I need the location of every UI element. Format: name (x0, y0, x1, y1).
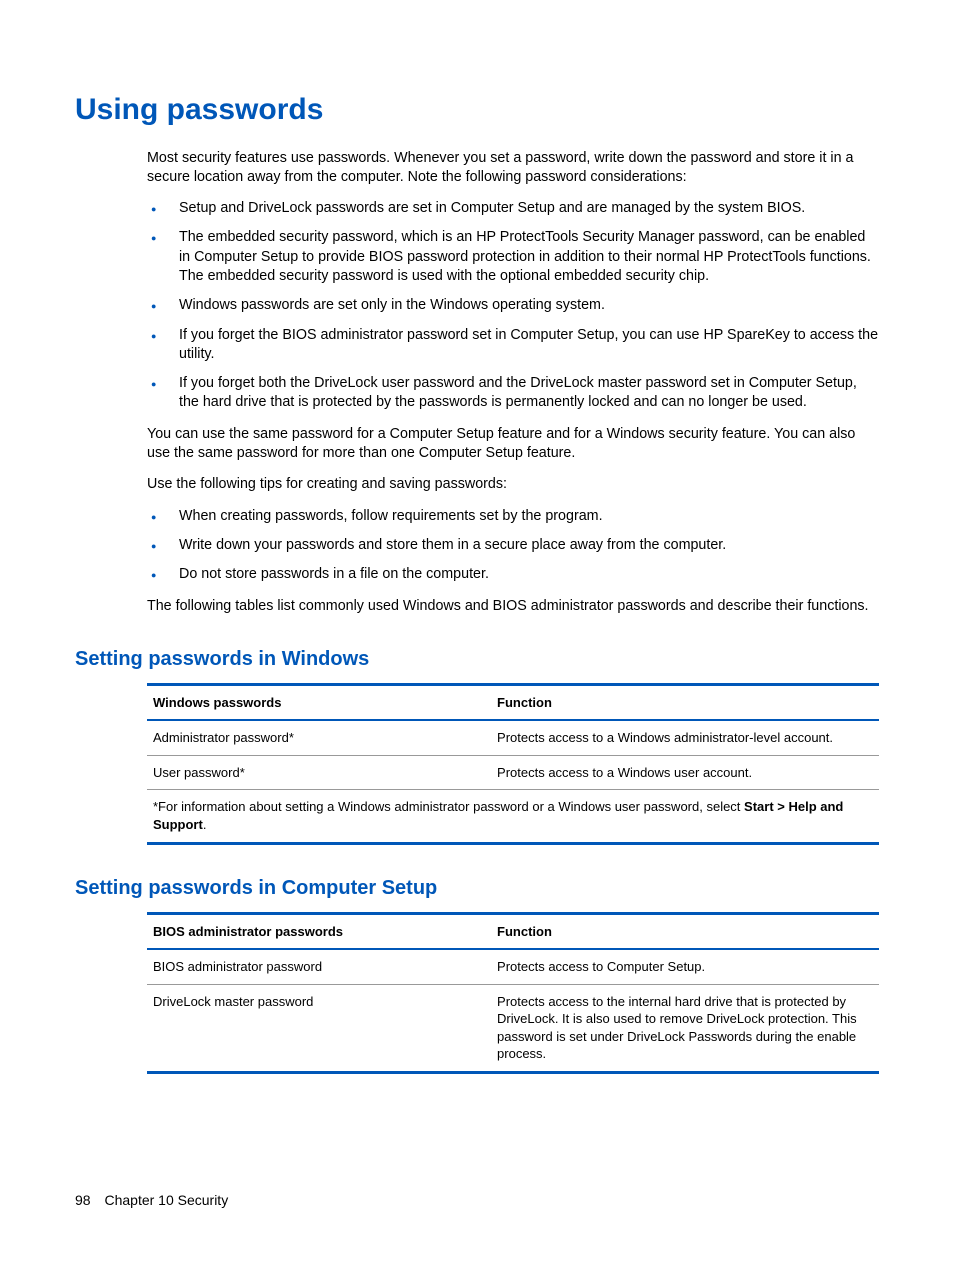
footnote-suffix: . (203, 817, 207, 832)
table-cell: Administrator password* (147, 720, 491, 755)
table-cell: Protects access to a Windows administrat… (491, 720, 879, 755)
list-item: The embedded security password, which is… (147, 228, 879, 286)
table-cell: DriveLock master password (147, 984, 491, 1072)
table-row: User password* Protects access to a Wind… (147, 755, 879, 790)
table-cell: BIOS administrator password (147, 949, 491, 984)
table-header: Function (491, 684, 879, 720)
page-heading: Using passwords (75, 90, 879, 131)
footnote-text: *For information about setting a Windows… (153, 799, 744, 814)
intro-paragraph: Most security features use passwords. Wh… (147, 149, 879, 188)
table-row: DriveLock master password Protects acces… (147, 984, 879, 1072)
tips-intro-paragraph: Use the following tips for creating and … (147, 475, 879, 494)
table-header: Windows passwords (147, 684, 491, 720)
table-footnote: *For information about setting a Windows… (147, 790, 879, 844)
windows-table-wrapper: Windows passwords Function Administrator… (147, 683, 879, 845)
list-item: Windows passwords are set only in the Wi… (147, 296, 879, 315)
table-header: Function (491, 913, 879, 949)
table-cell: Protects access to a Windows user accoun… (491, 755, 879, 790)
bios-passwords-table: BIOS administrator passwords Function BI… (147, 912, 879, 1074)
table-cell: User password* (147, 755, 491, 790)
windows-passwords-table: Windows passwords Function Administrator… (147, 683, 879, 791)
list-item: When creating passwords, follow requirem… (147, 507, 879, 526)
table-cell: Protects access to Computer Setup. (491, 949, 879, 984)
tips-list: When creating passwords, follow requirem… (147, 507, 879, 585)
list-item: Write down your passwords and store them… (147, 536, 879, 555)
page-number: 98 (75, 1192, 91, 1208)
tables-intro-paragraph: The following tables list commonly used … (147, 597, 879, 616)
table-row: BIOS administrator password Protects acc… (147, 949, 879, 984)
same-password-paragraph: You can use the same password for a Comp… (147, 425, 879, 464)
page-footer: 98 Chapter 10 Security (75, 1191, 228, 1210)
table-row: Administrator password* Protects access … (147, 720, 879, 755)
table-cell: Protects access to the internal hard dri… (491, 984, 879, 1072)
computer-setup-passwords-heading: Setting passwords in Computer Setup (75, 875, 879, 902)
list-item: Setup and DriveLock passwords are set in… (147, 199, 879, 218)
list-item: Do not store passwords in a file on the … (147, 565, 879, 584)
bios-table-wrapper: BIOS administrator passwords Function BI… (147, 912, 879, 1074)
list-item: If you forget both the DriveLock user pa… (147, 374, 879, 413)
list-item: If you forget the BIOS administrator pas… (147, 326, 879, 365)
body-content: Most security features use passwords. Wh… (147, 149, 879, 616)
chapter-label: Chapter 10 Security (104, 1192, 228, 1208)
table-header: BIOS administrator passwords (147, 913, 491, 949)
considerations-list: Setup and DriveLock passwords are set in… (147, 199, 879, 413)
windows-passwords-heading: Setting passwords in Windows (75, 646, 879, 673)
